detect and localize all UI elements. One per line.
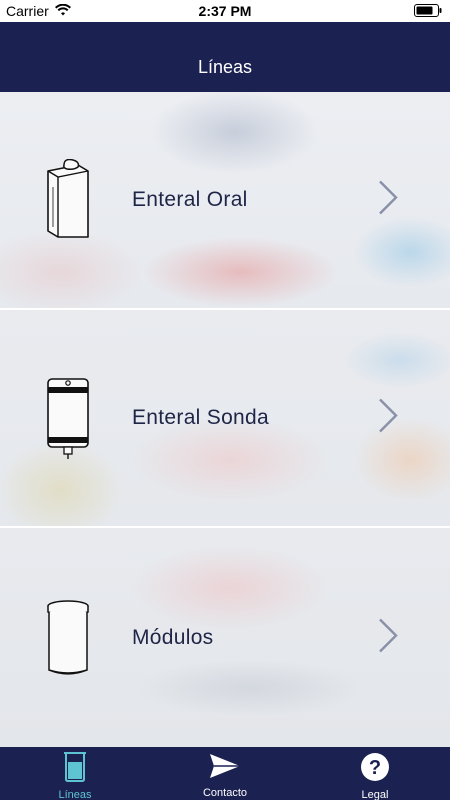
battery-icon <box>414 4 442 20</box>
product-line-list: Enteral Oral Enteral Sonda Módulos <box>0 92 450 747</box>
svg-text:?: ? <box>369 757 381 779</box>
chevron-right-icon <box>378 398 398 439</box>
navigation-bar: Líneas <box>0 22 450 92</box>
tab-legal[interactable]: ? Legal <box>300 747 450 800</box>
list-item-enteral-oral[interactable]: Enteral Oral <box>0 92 450 310</box>
paper-plane-icon <box>209 752 241 785</box>
chevron-right-icon <box>378 617 398 658</box>
tab-contacto[interactable]: Contacto <box>150 747 300 800</box>
tab-bar: Líneas Contacto ? Legal <box>0 747 450 800</box>
row-label: Enteral Sonda <box>132 406 269 429</box>
tab-label: Legal <box>361 789 389 800</box>
list-item-modulos[interactable]: Módulos <box>0 528 450 747</box>
row-label: Módulos <box>132 625 214 649</box>
page-title: Líneas <box>197 56 253 77</box>
beaker-icon <box>62 752 88 787</box>
feeding-bag-icon <box>40 310 96 526</box>
tab-label: Contacto <box>202 787 248 799</box>
carton-icon <box>40 92 96 308</box>
row-label: Enteral Oral <box>132 188 248 211</box>
question-icon: ? <box>359 752 391 787</box>
status-bar: Carrier 2:37 PM <box>0 0 450 22</box>
tab-label: Líneas <box>58 789 92 800</box>
chevron-right-icon <box>378 180 398 221</box>
tab-lineas[interactable]: Líneas <box>0 747 150 800</box>
list-item-enteral-sonda[interactable]: Enteral Sonda <box>0 310 450 528</box>
status-time: 2:37 PM <box>198 3 252 19</box>
canister-icon <box>40 528 96 747</box>
